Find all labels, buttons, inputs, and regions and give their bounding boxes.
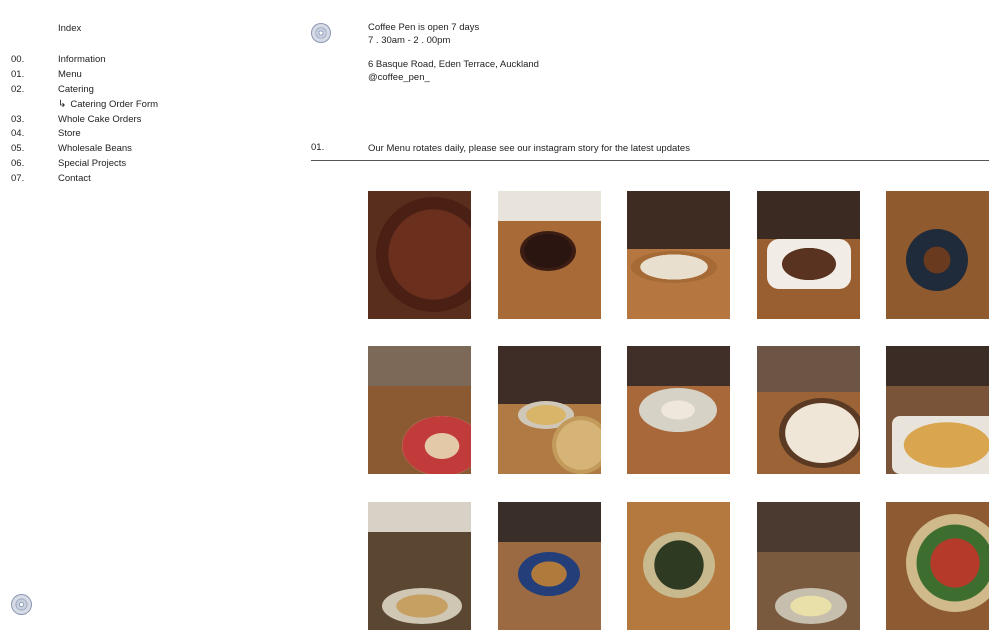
nav-label: Information [58, 53, 106, 65]
menu-photo[interactable] [627, 346, 730, 474]
nav-item-catering[interactable]: 02. Catering [11, 82, 158, 97]
nav-label: Catering Order Form [70, 98, 159, 110]
return-arrow-icon: ↳ [58, 98, 67, 110]
nav-label: Menu [58, 68, 82, 80]
menu-photo[interactable] [757, 191, 860, 319]
hours-line-1: Coffee Pen is open 7 days [368, 22, 480, 33]
nav-item-whole-cake-orders[interactable]: 03. Whole Cake Orders [11, 112, 158, 127]
nav-label: Special Projects [58, 158, 127, 170]
section-text-before: Our Menu rotates daily, please see our [368, 143, 534, 154]
nav-number: 04. [11, 128, 25, 140]
nav-number: 03. [11, 113, 25, 125]
nav-label: Wholesale Beans [58, 143, 132, 155]
nav-number: 00. [11, 53, 25, 65]
nav-number: 05. [11, 143, 25, 155]
menu-photo[interactable] [498, 191, 601, 319]
nav-label: Contact [58, 173, 91, 185]
nav-item-information[interactable]: 00. Information [11, 52, 158, 67]
menu-photo[interactable] [368, 346, 471, 474]
menu-photo[interactable] [757, 502, 860, 630]
menu-photo[interactable] [757, 346, 860, 474]
nav-label: Catering [58, 83, 94, 95]
instagram-handle[interactable]: @coffee_pen_ [368, 72, 539, 85]
seal-logo-icon[interactable] [311, 23, 331, 43]
index-heading: Index [58, 23, 82, 34]
menu-photo[interactable] [498, 502, 601, 630]
nav-item-catering-order-form[interactable]: ↳ Catering Order Form [11, 97, 158, 112]
nav-number: 01. [11, 68, 25, 80]
menu-photo[interactable] [886, 191, 989, 319]
nav-label: Whole Cake Orders [58, 113, 142, 125]
menu-photo[interactable] [368, 191, 471, 319]
nav-number: 02. [11, 83, 25, 95]
nav-item-special-projects[interactable]: 06. Special Projects [11, 156, 158, 171]
nav-number: 06. [11, 158, 25, 170]
menu-photo[interactable] [368, 502, 471, 630]
section-text-after: for the latest updates [598, 143, 690, 154]
menu-photo[interactable] [886, 346, 989, 474]
section-divider [311, 160, 989, 161]
address: 6 Basque Road, Eden Terrace, Auckland [368, 59, 539, 70]
nav-item-store[interactable]: 04. Store [11, 126, 158, 141]
nav-item-wholesale-beans[interactable]: 05. Wholesale Beans [11, 141, 158, 156]
hours-line-2: 7 . 30am - 2 . 00pm [368, 34, 451, 46]
menu-photo[interactable] [498, 346, 601, 474]
menu-photo[interactable] [627, 191, 730, 319]
menu-photo[interactable] [627, 502, 730, 630]
nav-label: Store [58, 128, 81, 140]
seal-logo-icon[interactable] [11, 594, 32, 615]
section-number: 01. [311, 142, 325, 153]
section-description: Our Menu rotates daily, please see our i… [368, 143, 690, 154]
nav-item-menu[interactable]: 01. Menu [11, 67, 158, 82]
main-nav: 00. Information 01. Menu 02. Catering ↳ … [11, 52, 158, 186]
nav-number: 07. [11, 173, 25, 185]
instagram-story-link[interactable]: instagram story [534, 143, 599, 154]
opening-info: Coffee Pen is open 7 days 7 . 30am - 2 .… [368, 22, 539, 84]
menu-photo[interactable] [886, 502, 989, 630]
nav-item-contact[interactable]: 07. Contact [11, 171, 158, 186]
